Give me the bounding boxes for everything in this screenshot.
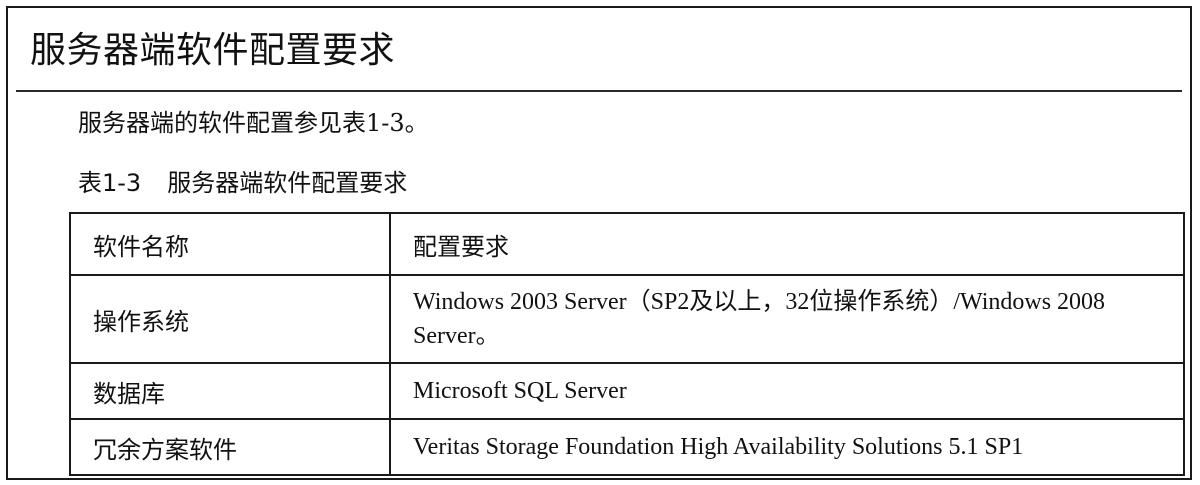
intro-paragraph: 服务器端的软件配置参见表1-3。 [78,109,429,137]
column-header-requirement: 配置要求 [389,212,1185,276]
table-row: 数据库 Microsoft SQL Server [69,362,1185,420]
table-row: 操作系统 Windows 2003 Server（SP2及以上，32位操作系统）… [69,274,1185,364]
table-row: 冗余方案软件 Veritas Storage Foundation High A… [69,418,1185,476]
column-header-software-name: 软件名称 [69,212,391,276]
table-caption-number: 表1-3 [78,169,142,197]
section-heading: 服务器端软件配置要求 [30,30,396,71]
table-caption: 表1-3 服务器端软件配置要求 [78,166,407,200]
software-requirements-table: 软件名称 配置要求 操作系统 Windows 2003 Server（SP2及以… [69,212,1185,476]
requirement-cell: Veritas Storage Foundation High Availabi… [389,418,1185,476]
software-name-cell: 操作系统 [69,274,391,364]
heading-divider [16,90,1182,92]
requirement-cell: Windows 2003 Server（SP2及以上，32位操作系统）/Wind… [389,274,1185,364]
table-caption-title: 服务器端软件配置要求 [167,169,408,197]
document-frame: 服务器端软件配置要求 服务器端的软件配置参见表1-3。 表1-3 服务器端软件配置… [6,6,1192,480]
software-name-cell: 数据库 [69,362,391,420]
software-name-cell: 冗余方案软件 [69,418,391,476]
requirement-cell: Microsoft SQL Server [389,362,1185,420]
table-header-row: 软件名称 配置要求 [69,212,1185,276]
